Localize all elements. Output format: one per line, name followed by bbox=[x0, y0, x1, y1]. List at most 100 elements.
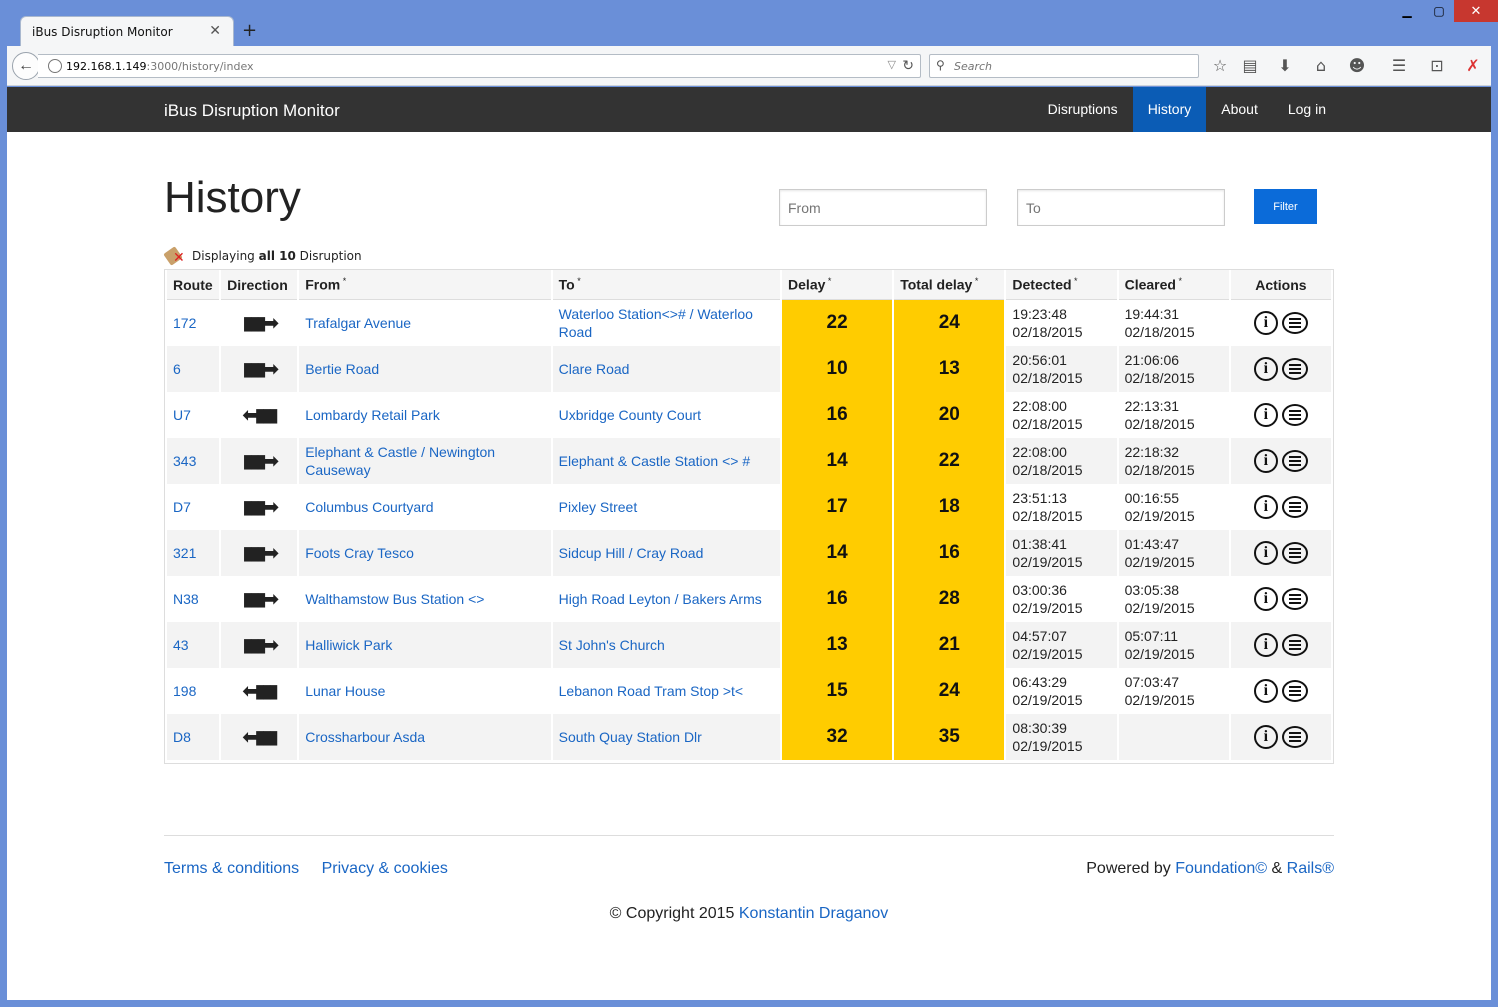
to-date-input[interactable] bbox=[1017, 189, 1225, 226]
route-link[interactable]: 343 bbox=[173, 453, 196, 469]
arrow-left-icon: ⬅▮▮▮ bbox=[242, 726, 279, 747]
from-stop-link[interactable]: Foots Cray Tesco bbox=[305, 545, 414, 561]
info-icon[interactable]: i bbox=[1253, 403, 1278, 427]
route-link[interactable]: D7 bbox=[173, 499, 191, 515]
comment-icon[interactable] bbox=[1281, 542, 1308, 564]
delay-cell: 32 bbox=[782, 714, 893, 760]
extension-red-icon[interactable]: ✗ bbox=[1463, 56, 1483, 75]
table-header-row: Route Direction From * To * Delay * Total del… bbox=[167, 270, 1331, 300]
browser-tab[interactable]: iBus Disruption Monitor ✕ bbox=[20, 16, 234, 46]
to-stop-link[interactable]: St John's Church bbox=[559, 637, 665, 653]
browser-search-bar[interactable]: ⚲ bbox=[929, 54, 1199, 78]
reading-list-icon[interactable]: ▤ bbox=[1240, 56, 1260, 75]
route-link[interactable]: 6 bbox=[173, 361, 181, 377]
url-dropdown-icon[interactable]: ▽ bbox=[888, 58, 896, 71]
info-icon[interactable]: i bbox=[1253, 679, 1278, 703]
nav-log-in[interactable]: Log in bbox=[1273, 87, 1341, 132]
window-close-icon[interactable]: ✕ bbox=[1454, 0, 1498, 22]
comment-icon[interactable] bbox=[1281, 358, 1308, 380]
chat-icon[interactable]: ☻ bbox=[1347, 56, 1367, 75]
from-stop-link[interactable]: Crossharbour Asda bbox=[305, 729, 425, 745]
info-icon[interactable]: i bbox=[1253, 495, 1278, 519]
tab-close-icon[interactable]: ✕ bbox=[209, 23, 221, 39]
to-stop-link[interactable]: Pixley Street bbox=[559, 499, 638, 515]
route-link[interactable]: 43 bbox=[173, 637, 189, 653]
privacy-link[interactable]: Privacy & cookies bbox=[322, 860, 448, 877]
info-icon[interactable]: i bbox=[1253, 311, 1278, 335]
to-stop-link[interactable]: Clare Road bbox=[559, 361, 630, 377]
comment-icon[interactable] bbox=[1281, 680, 1308, 702]
route-link[interactable]: N38 bbox=[173, 591, 199, 607]
site-brand[interactable]: iBus Disruption Monitor bbox=[164, 101, 340, 121]
menu-icon[interactable]: ☰ bbox=[1389, 56, 1409, 75]
address-bar[interactable]: 192.168.1.149:3000/history/index ▽ ↻ bbox=[38, 54, 921, 78]
route-cell: D8 bbox=[167, 714, 220, 760]
from-stop-link[interactable]: Columbus Courtyard bbox=[305, 499, 433, 515]
column-header-from[interactable]: From * bbox=[299, 270, 551, 300]
to-stop-link[interactable]: Uxbridge County Court bbox=[559, 407, 701, 423]
to-stop-link[interactable]: Waterloo Station<># / Waterloo Road bbox=[559, 306, 753, 340]
route-link[interactable]: D8 bbox=[173, 729, 191, 745]
column-header-delay[interactable]: Delay * bbox=[782, 270, 893, 300]
column-header-total-delay[interactable]: Total delay * bbox=[894, 270, 1005, 300]
clear-filter-icon[interactable]: ✕ bbox=[163, 245, 188, 267]
nav-disruptions[interactable]: Disruptions bbox=[1033, 87, 1133, 132]
column-header-to[interactable]: To * bbox=[552, 270, 781, 300]
from-cell: Elephant & Castle / Newington Causeway bbox=[299, 438, 551, 484]
bookmark-star-icon[interactable]: ☆ bbox=[1210, 56, 1230, 75]
download-icon[interactable]: ⬇ bbox=[1275, 56, 1295, 75]
comment-icon[interactable] bbox=[1281, 450, 1308, 472]
comment-icon[interactable] bbox=[1281, 726, 1308, 748]
to-stop-link[interactable]: South Quay Station Dlr bbox=[559, 729, 702, 745]
to-cell: South Quay Station Dlr bbox=[552, 714, 781, 760]
maximize-icon[interactable]: ▢ bbox=[1424, 0, 1454, 22]
to-stop-link[interactable]: High Road Leyton / Bakers Arms bbox=[559, 591, 762, 607]
search-icon: ⚲ bbox=[936, 58, 945, 72]
nav-history[interactable]: History bbox=[1132, 87, 1207, 132]
info-icon[interactable]: i bbox=[1253, 587, 1278, 611]
from-stop-link[interactable]: Lombardy Retail Park bbox=[305, 407, 440, 423]
route-link[interactable]: 172 bbox=[173, 315, 196, 331]
comment-icon[interactable] bbox=[1281, 634, 1308, 656]
from-date-input[interactable] bbox=[779, 189, 987, 226]
from-stop-link[interactable]: Walthamstow Bus Station <> bbox=[305, 591, 484, 607]
comment-icon[interactable] bbox=[1281, 588, 1308, 610]
route-link[interactable]: U7 bbox=[173, 407, 191, 423]
comment-icon[interactable] bbox=[1281, 312, 1308, 334]
home-icon[interactable]: ⌂ bbox=[1311, 56, 1331, 75]
author-link[interactable]: Konstantin Draganov bbox=[739, 905, 888, 922]
terms-link[interactable]: Terms & conditions bbox=[164, 860, 299, 877]
info-icon[interactable]: i bbox=[1253, 725, 1278, 749]
from-stop-link[interactable]: Elephant & Castle / Newington Causeway bbox=[305, 444, 495, 478]
column-header-label: From bbox=[305, 276, 341, 293]
reload-icon[interactable]: ↻ bbox=[902, 57, 914, 74]
to-stop-link[interactable]: Lebanon Road Tram Stop >t< bbox=[559, 683, 743, 699]
to-stop-link[interactable]: Elephant & Castle Station <> # bbox=[559, 453, 750, 469]
from-stop-link[interactable]: Trafalgar Avenue bbox=[305, 315, 411, 331]
column-header-cleared[interactable]: Cleared * bbox=[1118, 270, 1229, 300]
comment-icon[interactable] bbox=[1281, 496, 1308, 518]
nav-about[interactable]: About bbox=[1206, 87, 1273, 132]
from-stop-link[interactable]: Bertie Road bbox=[305, 361, 379, 377]
filter-button[interactable]: Filter bbox=[1254, 189, 1317, 224]
extension-k-icon[interactable]: ⊡ bbox=[1427, 56, 1447, 75]
to-stop-link[interactable]: Sidcup Hill / Cray Road bbox=[559, 545, 704, 561]
route-cell: 343 bbox=[167, 438, 220, 484]
from-stop-link[interactable]: Halliwick Park bbox=[305, 637, 392, 653]
new-tab-icon[interactable]: + bbox=[242, 20, 257, 41]
info-icon[interactable]: i bbox=[1253, 357, 1278, 381]
foundation-link[interactable]: Foundation© bbox=[1175, 860, 1267, 877]
column-header-detected[interactable]: Detected * bbox=[1006, 270, 1117, 300]
table-row: 6 ▮▮▮➡ Bertie Road Clare Road 10 13 20:56:01 02… bbox=[167, 346, 1331, 392]
rails-link[interactable]: Rails® bbox=[1287, 860, 1334, 877]
info-icon[interactable]: i bbox=[1253, 449, 1278, 473]
info-icon[interactable]: i bbox=[1253, 633, 1278, 657]
route-link[interactable]: 321 bbox=[173, 545, 196, 561]
route-link[interactable]: 198 bbox=[173, 683, 196, 699]
comment-icon[interactable] bbox=[1281, 404, 1308, 426]
minimize-icon[interactable]: ▁ bbox=[1390, 0, 1424, 22]
from-stop-link[interactable]: Lunar House bbox=[305, 683, 385, 699]
info-icon[interactable]: i bbox=[1253, 541, 1278, 565]
back-icon[interactable]: ← bbox=[12, 52, 40, 80]
browser-search-input[interactable] bbox=[954, 58, 1194, 74]
